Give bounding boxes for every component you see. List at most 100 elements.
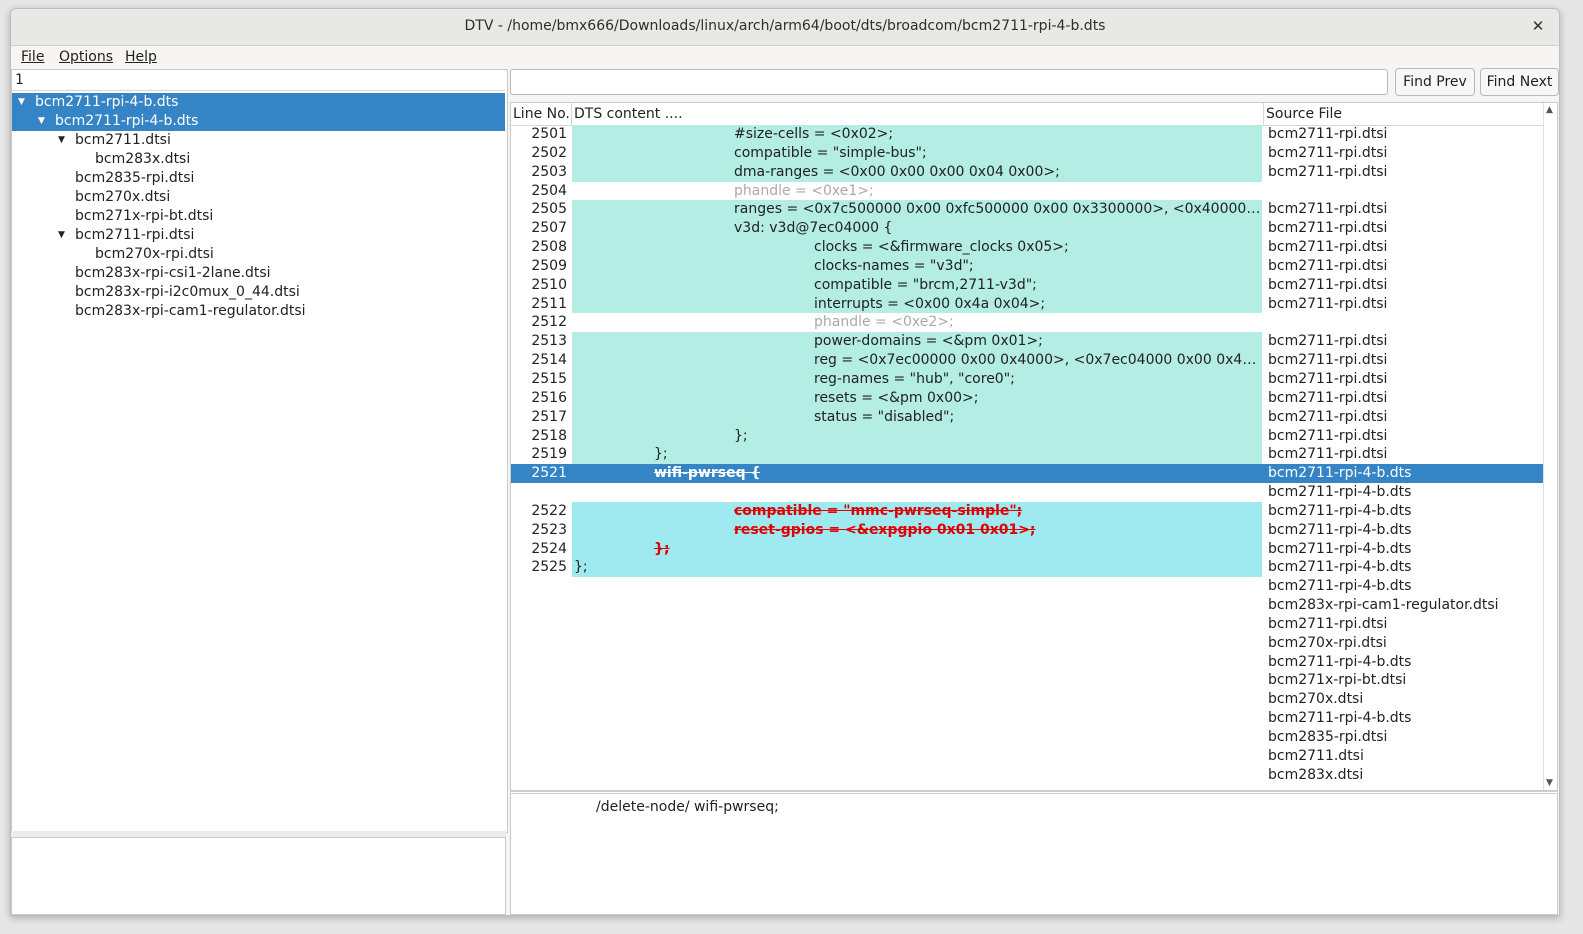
table-row[interactable]: 2516 resets = <&pm 0x00>; bcm2711-rpi.dtsi <box>511 388 1544 408</box>
table-row[interactable]: bcm283x.dtsi <box>511 766 1544 785</box>
dts-content-text: }; <box>654 540 670 557</box>
detail-text: /delete-node/ wifi-pwrseq; <box>596 799 779 815</box>
source-file-cell: bcm2711-rpi.dtsi <box>1268 257 1388 274</box>
table-row[interactable]: 2508 clocks = <&firmware_clocks 0x05>; bcm… <box>511 238 1544 257</box>
table-row[interactable]: bcm2711-rpi-4-b.dts <box>511 577 1544 596</box>
menu-options[interactable]: Options <box>59 49 113 65</box>
table-row[interactable]: 2518}; bcm2711-rpi.dtsi <box>511 426 1544 446</box>
table-row[interactable]: 2503 dma-ranges = <0x00 0x00 0x00 0x04 0x… <box>511 162 1544 182</box>
table-row[interactable]: 2519}; bcm2711-rpi.dtsi <box>511 445 1544 465</box>
tree-item[interactable]: bcm283x-rpi-csi1-2lane.dtsi <box>12 264 505 283</box>
tree-item[interactable]: bcm283x-rpi-cam1-regulator.dtsi <box>12 302 505 321</box>
table-row[interactable]: bcm2711-rpi.dtsi <box>511 615 1544 634</box>
line-number: 2525 <box>531 559 567 576</box>
table-row[interactable]: 2511 interrupts = <0x00 0x4a 0x04>; bcm271… <box>511 294 1544 314</box>
table-row[interactable]: 2507 v3d: v3d@7ec04000 {bcm2711-rpi.dtsi <box>511 219 1544 239</box>
tree-item-label: bcm283x-rpi-i2c0mux_0_44.dtsi <box>75 284 300 300</box>
table-row[interactable]: 2504 phandle = <0xe1>; <box>511 182 1544 201</box>
source-file-cell: bcm270x.dtsi <box>1268 691 1364 708</box>
tree-item[interactable]: bcm270x-rpi.dtsi <box>12 245 505 264</box>
tree-filter-input[interactable]: 1 <box>12 70 505 91</box>
table-row[interactable]: 2505 ranges = <0x7c500000 0x00 0xfc500000… <box>511 200 1544 220</box>
dts-content-cell: v3d: v3d@7ec04000 { <box>572 219 1262 239</box>
tree-item[interactable]: ▼ bcm2711-rpi.dtsi <box>12 226 505 245</box>
line-number: 2510 <box>531 276 567 293</box>
table-row[interactable]: 2525}; bcm2711-rpi-4-b.dts <box>511 558 1544 578</box>
table-row[interactable]: 2512 phandle = <0xe2>; <box>511 313 1544 332</box>
expander-chevron-down-icon[interactable]: ▼ <box>58 226 65 245</box>
dts-content-cell <box>572 615 1262 634</box>
table-row[interactable]: bcm270x-rpi.dtsi <box>511 634 1544 653</box>
search-input[interactable] <box>510 69 1388 95</box>
expander-chevron-down-icon[interactable]: ▼ <box>38 112 45 131</box>
dts-content-cell: phandle = <0xe1>; <box>572 182 1262 201</box>
line-number: 2509 <box>531 257 567 274</box>
header-line-no[interactable]: Line No. <box>513 106 570 122</box>
dts-content-text: }; <box>654 446 668 463</box>
table-row[interactable]: bcm271x-rpi-bt.dtsi <box>511 671 1544 690</box>
source-file-cell: bcm2711-rpi-4-b.dts <box>1268 484 1412 501</box>
table-row[interactable]: 2501 #size-cells = <0x02>; bcm2711-rpi.dts… <box>511 125 1544 144</box>
tree-item-label: bcm2711-rpi.dtsi <box>75 227 195 243</box>
dts-content-cell <box>572 690 1262 709</box>
table-row[interactable]: bcm2711-rpi-4-b.dts <box>511 709 1544 728</box>
table-row[interactable]: 2524}; bcm2711-rpi-4-b.dts <box>511 539 1544 559</box>
table-row[interactable]: 2515 reg-names = "hub", "core0"; bcm2711-r… <box>511 369 1544 389</box>
tree-item[interactable]: bcm271x-rpi-bt.dtsi <box>12 207 505 226</box>
line-number: 2515 <box>531 370 567 387</box>
table-header: Line No. DTS content .... Source File <box>511 103 1544 126</box>
source-file-cell: bcm2711-rpi-4-b.dts <box>1268 502 1412 519</box>
header-source-file[interactable]: Source File <box>1266 106 1342 122</box>
table-row[interactable]: bcm2711-rpi-4-b.dts <box>511 653 1544 672</box>
table-row[interactable]: 2509 clocks-names = "v3d"; bcm2711-rpi.dts… <box>511 256 1544 276</box>
dts-content-cell: compatible = "simple-bus"; <box>572 143 1262 163</box>
dts-content-cell <box>572 653 1262 672</box>
tree-item-label: bcm2711-rpi-4-b.dts <box>35 94 179 110</box>
dts-content-cell: clocks = <&firmware_clocks 0x05>; <box>572 238 1262 257</box>
table-row[interactable]: 2513 power-domains = <&pm 0x01>; bcm2711-r… <box>511 332 1544 352</box>
table-row[interactable]: bcm270x.dtsi <box>511 690 1544 709</box>
menu-options-label: Options <box>59 49 114 65</box>
source-file-cell: bcm2711-rpi.dtsi <box>1268 389 1388 406</box>
find-prev-button[interactable]: Find Prev <box>1395 68 1475 96</box>
table-row[interactable]: bcm283x-rpi-cam1-regulator.dtsi <box>511 596 1544 615</box>
scroll-down-icon[interactable]: ▼ <box>1546 778 1553 788</box>
source-file-cell: bcm283x-rpi-cam1-regulator.dtsi <box>1268 597 1499 614</box>
tree-item[interactable]: bcm270x.dtsi <box>12 188 505 207</box>
source-file-cell: bcm2711-rpi.dtsi <box>1268 352 1388 369</box>
tree-item[interactable]: ▼ bcm2711-rpi-4-b.dts <box>12 93 505 112</box>
header-dts-content[interactable]: DTS content .... <box>574 106 683 122</box>
scroll-up-icon[interactable]: ▲ <box>1546 105 1553 115</box>
table-row[interactable]: 2523 reset-gpios = <&expgpio 0x01 0x01>; b… <box>511 520 1544 540</box>
find-next-button[interactable]: Find Next <box>1480 68 1559 96</box>
vertical-scrollbar[interactable]: ▲ ▼ <box>1543 103 1557 790</box>
dts-content-cell: }; <box>572 426 1262 446</box>
table-row[interactable]: 2510 compatible = "brcm,2711-v3d"; bcm2711… <box>511 275 1544 295</box>
close-icon[interactable]: ✕ <box>1527 15 1549 37</box>
dts-content-cell <box>572 577 1262 596</box>
dts-content-text: clocks = <&firmware_clocks 0x05>; <box>814 239 1069 256</box>
expander-chevron-down-icon[interactable]: ▼ <box>58 131 65 150</box>
detail-pane: /delete-node/ wifi-pwrseq; <box>510 791 1558 915</box>
table-row[interactable]: 2522 compatible = "mmc-pwrseq-simple"; bcm… <box>511 501 1544 521</box>
menu-help[interactable]: Help <box>125 49 157 65</box>
tree-item[interactable]: bcm2835-rpi.dtsi <box>12 169 505 188</box>
table-row[interactable]: bcm2835-rpi.dtsi <box>511 728 1544 747</box>
menu-file[interactable]: File <box>21 49 44 65</box>
tree-item-label: bcm2711-rpi-4-b.dts <box>55 113 199 129</box>
table-row[interactable]: 2514 reg = <0x7ec00000 0x00 0x4000>, <0x7… <box>511 351 1544 370</box>
source-file-cell: bcm2711-rpi.dtsi <box>1268 163 1388 180</box>
tree-item[interactable]: bcm283x-rpi-i2c0mux_0_44.dtsi <box>12 283 505 302</box>
source-file-cell: bcm2711-rpi.dtsi <box>1268 427 1388 444</box>
table-row[interactable]: bcm2711-rpi-4-b.dts <box>511 483 1544 502</box>
table-body: 2501 #size-cells = <0x02>; bcm2711-rpi.dts… <box>511 125 1544 785</box>
scrollbar-thumb[interactable] <box>1546 115 1554 755</box>
tree-item[interactable]: ▼ bcm2711.dtsi <box>12 131 505 150</box>
table-row[interactable]: 2517 status = "disabled"; bcm2711-rpi.dtsi <box>511 407 1544 427</box>
tree-item[interactable]: bcm283x.dtsi <box>12 150 505 169</box>
table-row[interactable]: bcm2711.dtsi <box>511 747 1544 766</box>
table-row[interactable]: 2502 compatible = "simple-bus"; bcm2711-rp… <box>511 143 1544 163</box>
table-row[interactable]: 2521 wifi-pwrseq {bcm2711-rpi-4-b.dts <box>511 464 1544 484</box>
tree-item[interactable]: ▼ bcm2711-rpi-4-b.dts <box>12 112 505 131</box>
expander-chevron-down-icon[interactable]: ▼ <box>18 93 25 112</box>
